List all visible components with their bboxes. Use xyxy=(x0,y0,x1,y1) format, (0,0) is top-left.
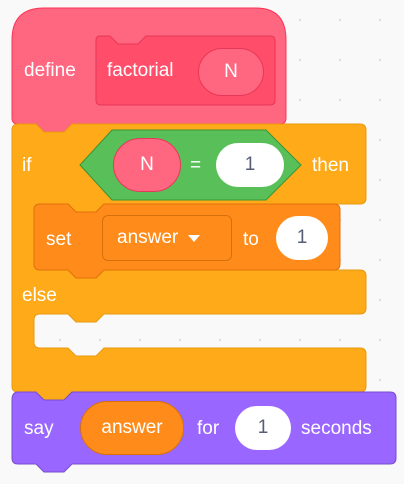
else-label: else xyxy=(22,285,57,306)
then-label: then xyxy=(312,155,349,176)
define-keyword: define xyxy=(24,60,76,81)
condition-right-input[interactable]: 1 xyxy=(216,143,284,187)
variable-dropdown-value: answer xyxy=(117,227,179,248)
seconds-label: seconds xyxy=(301,418,372,439)
param-n-label: N xyxy=(224,61,238,82)
procedure-name: factorial xyxy=(107,60,174,81)
set-value-input[interactable]: 1 xyxy=(276,216,328,260)
duration-input[interactable]: 1 xyxy=(235,406,291,450)
for-label: for xyxy=(197,418,220,439)
to-label: to xyxy=(243,229,259,250)
set-label: set xyxy=(46,229,72,250)
condition-right-value: 1 xyxy=(244,154,256,175)
say-label: say xyxy=(24,418,54,439)
condition-left-label: N xyxy=(140,154,154,175)
condition-left-n-reporter[interactable]: N xyxy=(113,138,181,192)
equals-operator: = xyxy=(190,155,202,176)
param-n-reporter[interactable]: N xyxy=(198,48,264,96)
answer-reporter-label: answer xyxy=(101,417,163,438)
variable-dropdown[interactable]: answer xyxy=(102,215,232,261)
set-value: 1 xyxy=(296,227,308,248)
if-label: if xyxy=(22,155,32,176)
answer-variable-reporter[interactable]: answer xyxy=(80,401,184,455)
dropdown-caret-icon xyxy=(188,234,201,242)
duration-value: 1 xyxy=(257,417,269,438)
